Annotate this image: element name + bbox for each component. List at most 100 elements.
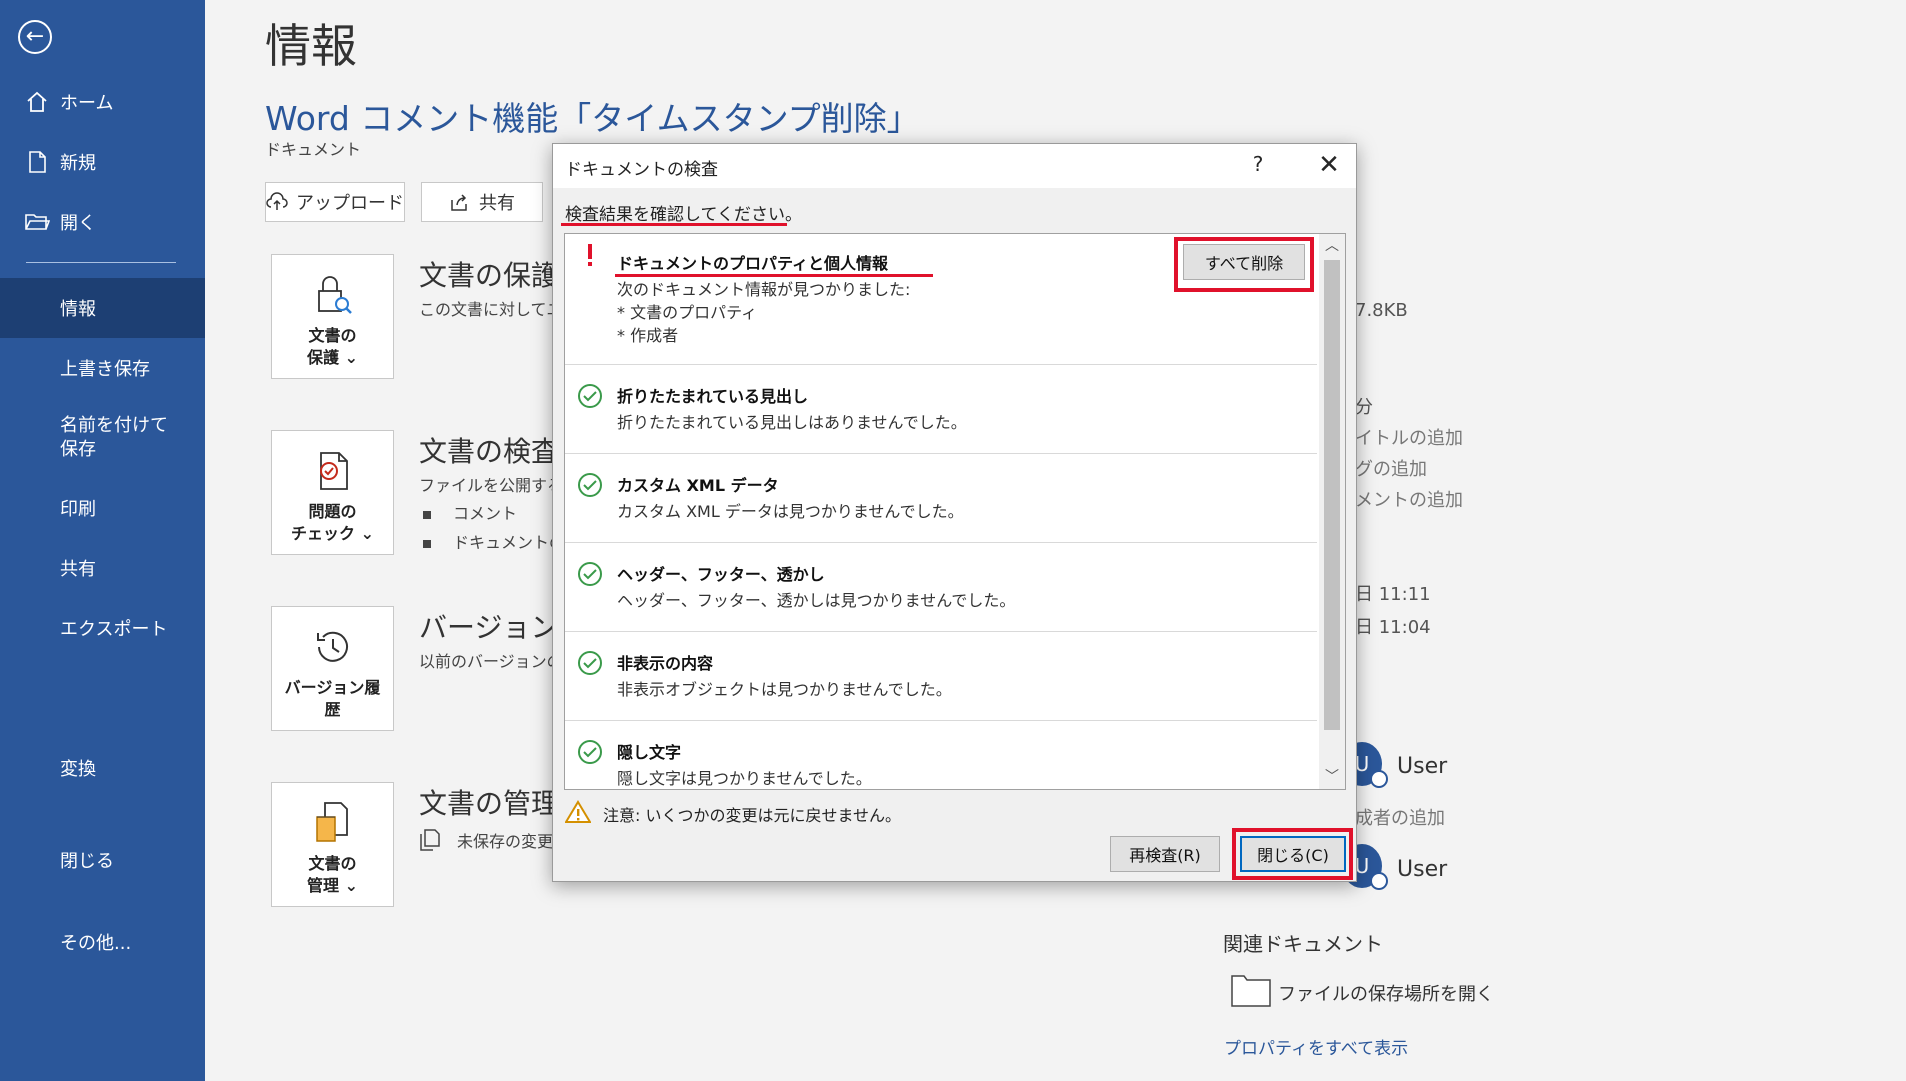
unsaved-document-icon — [420, 829, 440, 851]
protect-section-title: 文書の保護 — [419, 259, 560, 292]
scrollbar-thumb[interactable] — [1324, 260, 1340, 730]
result-desc: 隠し文字は見つかりませんでした。 — [617, 769, 872, 788]
nav-share[interactable]: 共有 — [0, 538, 205, 598]
home-icon — [27, 91, 47, 112]
result-title: 非表示の内容 — [617, 654, 714, 673]
back-arrow-icon[interactable]: ← — [18, 20, 52, 54]
dialog-title: ドキュメントの検査 — [565, 160, 718, 180]
help-button[interactable]: ? — [1243, 152, 1273, 180]
check-issues-tile[interactable]: 問題の チェック ⌄ — [271, 430, 394, 555]
version-tile-label-1: バージョン履 — [284, 678, 381, 697]
inspection-results-list: ドキュメントのプロパティと個人情報 次のドキュメント情報が見つかりました: * … — [564, 233, 1346, 790]
nav-save[interactable]: 上書き保存 — [0, 338, 205, 398]
reinspect-button[interactable]: 再検査(R) — [1110, 836, 1220, 872]
result-row-hidden-text: 隠し文字 隠し文字は見つかりませんでした。 — [565, 721, 1317, 789]
nav-home[interactable]: ホーム — [0, 74, 205, 130]
dialog-instruction: 検査結果を確認してください。 — [565, 205, 802, 225]
document-title: Word コメント機能「タイムスタンプ削除」 — [265, 99, 920, 138]
document-inspector-dialog: ドキュメントの検査 ? ✕ 検査結果を確認してください。 ドキュメントのプロパテ… — [552, 143, 1357, 882]
nav-print[interactable]: 印刷 — [0, 478, 205, 538]
results-scrollbar[interactable]: ︿ ﹀ — [1319, 234, 1345, 789]
share-button[interactable]: 共有 — [421, 182, 543, 222]
nav-info-label: 情報 — [60, 299, 96, 320]
check-tile-label-1: 問題の — [308, 502, 357, 521]
version-history-tile[interactable]: バージョン履歴 — [271, 606, 394, 731]
edit-time-value: 分 — [1355, 397, 1373, 418]
backstage-sidebar: ← ホーム 新規 開く 情報 上書き保存 名前を付けて保存 印刷 共有 エクスポ… — [0, 0, 205, 1081]
version-section-desc: 以前のバージョンの — [419, 652, 563, 671]
upload-button[interactable]: アップロード — [265, 182, 405, 222]
result-desc: ヘッダー、フッター、透かしは見つかりませんでした。 — [617, 591, 1016, 610]
dialog-close-icon[interactable]: ✕ — [1311, 150, 1347, 182]
protect-document-tile[interactable]: 文書の 保護 ⌄ — [271, 254, 394, 379]
manage-section-title: 文書の管理 — [419, 787, 560, 820]
share-icon — [451, 194, 467, 211]
manage-document-tile[interactable]: 文書の管理 ⌄ — [271, 782, 394, 907]
nav-more[interactable]: その他... — [0, 912, 205, 972]
nav-open[interactable]: 開く — [0, 194, 205, 250]
manage-tile-label-1: 文書の — [308, 854, 357, 873]
share-label: 共有 — [479, 193, 515, 214]
nav-share-label: 共有 — [60, 559, 96, 580]
nav-export[interactable]: エクスポート — [0, 598, 205, 658]
nav-info[interactable]: 情報 — [0, 278, 205, 338]
scroll-up-arrow-icon[interactable]: ︿ — [1319, 234, 1345, 258]
nav-save-label: 上書き保存 — [60, 359, 150, 380]
result-row-headers-footers: ヘッダー、フッター、透かし ヘッダー、フッター、透かしは見つかりませんでした。 — [565, 543, 1317, 632]
add-tag-link[interactable]: グの追加 — [1355, 455, 1427, 481]
history-clock-icon — [316, 631, 348, 662]
nav-save-as[interactable]: 名前を付けて保存 — [0, 408, 205, 468]
result-title: 折りたたまれている見出し — [617, 387, 809, 406]
protect-section-desc: この文書に対してユ — [419, 300, 563, 319]
nav-home-label: ホーム — [60, 93, 114, 114]
add-comment-link[interactable]: メントの追加 — [1355, 486, 1463, 512]
result-desc: 次のドキュメント情報が見つかりました: * 文書のプロパティ * 作成者 — [617, 280, 911, 345]
upload-label: アップロード — [296, 193, 404, 214]
inspect-section-title: 文書の検査 — [419, 435, 560, 468]
manage-tile-label-2: 管理 ⌄ — [307, 876, 358, 895]
check-document-icon — [319, 452, 348, 490]
nav-export-label: エクスポート — [60, 619, 168, 640]
check-circle-icon — [578, 651, 602, 675]
result-title: ドキュメントのプロパティと個人情報 — [617, 254, 889, 273]
scroll-down-arrow-icon[interactable]: ﹀ — [1319, 765, 1345, 789]
check-circle-icon — [578, 473, 602, 497]
file-size-value: 7.8KB — [1355, 300, 1408, 321]
check-circle-icon — [578, 740, 602, 764]
check-circle-icon — [578, 384, 602, 408]
page-title: 情報 — [265, 19, 357, 73]
result-desc: 非表示オブジェクトは見つかりませんでした。 — [617, 680, 952, 699]
warning-triangle-icon — [565, 800, 591, 823]
manage-document-icon — [315, 802, 348, 842]
warning-exclamation-icon — [588, 244, 592, 266]
nav-more-label: その他... — [60, 933, 132, 954]
add-author-link[interactable]: 成者の追加 — [1355, 804, 1445, 830]
result-row-properties: ドキュメントのプロパティと個人情報 次のドキュメント情報が見つかりました: * … — [565, 234, 1317, 365]
result-row-collapsed-headings: 折りたたまれている見出し 折りたたまれている見出しはありませんでした。 — [565, 365, 1317, 454]
author-name: User — [1397, 754, 1448, 779]
lock-search-icon — [317, 276, 352, 314]
version-tile-label-2: 歴 — [324, 700, 341, 719]
result-desc: 折りたたまれている見出しはありませんでした。 — [617, 413, 967, 432]
manage-section-desc: 未保存の変更 — [457, 832, 554, 851]
add-title-link[interactable]: イトルの追加 — [1355, 424, 1463, 450]
protect-tile-label-2: 保護 ⌄ — [307, 348, 358, 367]
nav-new[interactable]: 新規 — [0, 134, 205, 190]
result-title: 隠し文字 — [617, 743, 682, 762]
result-title: ヘッダー、フッター、透かし — [617, 565, 825, 584]
show-all-properties-link[interactable]: プロパティをすべて表示 — [1224, 1034, 1408, 1059]
close-button-highlight-box — [1232, 828, 1353, 880]
result-title-highlight-underline — [615, 274, 933, 277]
open-file-location-link[interactable]: ファイルの保存場所を開く — [1278, 980, 1494, 1006]
open-folder-icon — [25, 214, 50, 230]
new-document-icon — [29, 151, 46, 173]
nav-close[interactable]: 閉じる — [0, 830, 205, 890]
sidebar-divider — [26, 262, 176, 263]
inspect-bullet-2: ドキュメントの — [423, 529, 565, 553]
instruction-highlight-underline — [561, 223, 787, 226]
nav-save-as-label: 名前を付けて保存 — [60, 415, 168, 460]
nav-transform[interactable]: 変換 — [0, 738, 205, 798]
nav-close-label: 閉じる — [60, 851, 114, 872]
remove-all-highlight-box — [1174, 237, 1314, 292]
nav-print-label: 印刷 — [60, 499, 96, 520]
